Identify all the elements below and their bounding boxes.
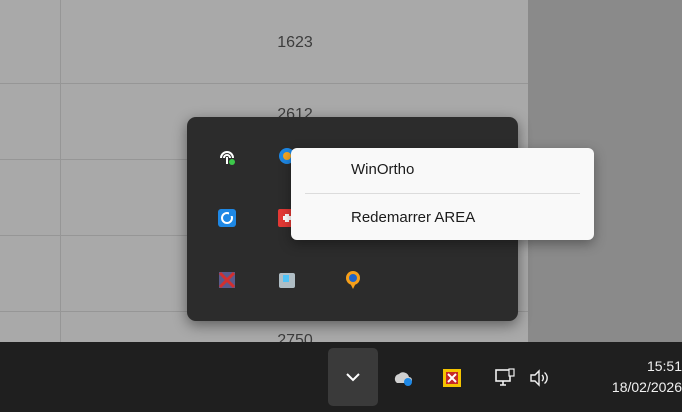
onedrive-cloud-icon[interactable] <box>392 367 414 389</box>
context-menu: WinOrtho Redemarrer AREA <box>291 148 594 240</box>
sync-app-icon[interactable] <box>216 207 238 229</box>
table-row-divider <box>0 83 528 84</box>
menu-item-redemarrer-area[interactable]: Redemarrer AREA <box>291 198 594 238</box>
clock-date: 18/02/2026 <box>611 379 682 395</box>
chevron-down-icon <box>346 373 360 382</box>
table-cell: 1623 <box>277 34 313 51</box>
location-pin-icon[interactable] <box>342 269 364 291</box>
network-status-icon[interactable] <box>216 145 238 167</box>
table-column-divider <box>60 0 61 342</box>
menu-item-winortho[interactable]: WinOrtho <box>291 150 594 190</box>
volume-icon[interactable] <box>528 367 550 389</box>
menu-separator <box>305 193 580 194</box>
taskbar-clock[interactable]: 15:51 18/02/2026 <box>582 356 682 398</box>
security-shield-icon[interactable] <box>441 367 463 389</box>
network-monitor-icon[interactable] <box>494 367 516 389</box>
disk-app-icon[interactable] <box>276 269 298 291</box>
taskbar: 15:51 18/02/2026 <box>0 342 682 412</box>
show-hidden-icons-button[interactable] <box>328 348 378 406</box>
clock-time: 15:51 <box>646 358 682 374</box>
winortho-x-icon[interactable] <box>216 269 238 291</box>
